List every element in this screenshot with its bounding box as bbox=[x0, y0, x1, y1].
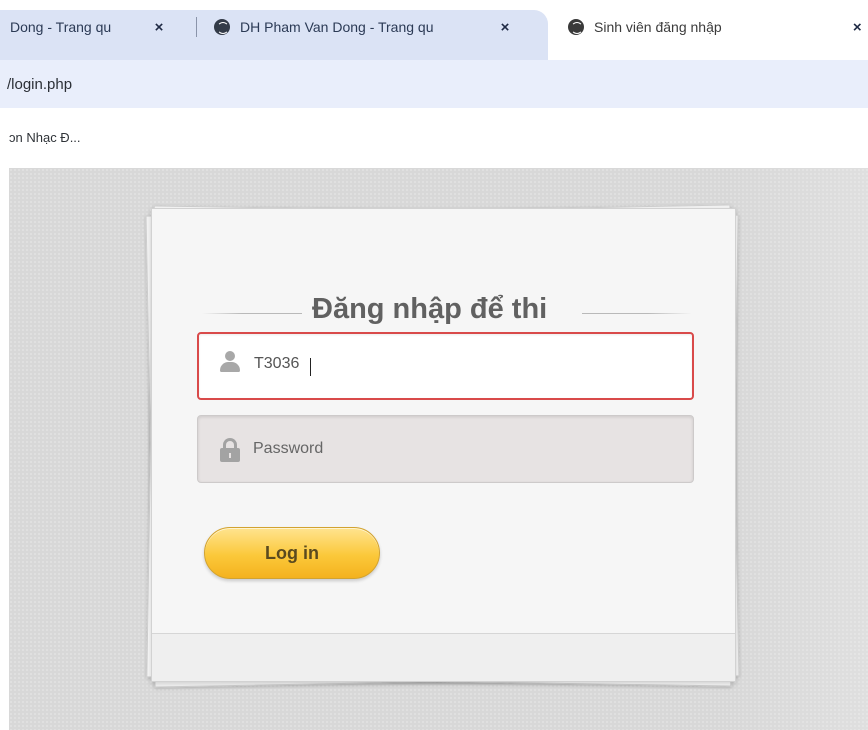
heading-rule-right bbox=[582, 313, 692, 314]
tab-dong[interactable]: Dong - Trang qu × bbox=[0, 10, 192, 44]
close-icon[interactable]: × bbox=[148, 19, 170, 36]
tab-title: Sinh viên đăng nhập bbox=[594, 19, 722, 35]
close-icon[interactable]: × bbox=[847, 19, 868, 36]
login-button[interactable]: Log in bbox=[204, 527, 380, 579]
globe-icon bbox=[214, 19, 230, 35]
card-footer bbox=[152, 633, 735, 681]
page-title: Đăng nhập để thi bbox=[312, 293, 548, 325]
tab-dh-pham-van-dong[interactable]: DH Pham Van Dong - Trang qu × bbox=[206, 10, 536, 44]
url-text[interactable]: /login.php bbox=[7, 76, 72, 93]
address-bar[interactable]: /login.php bbox=[0, 60, 868, 108]
bookmark-item[interactable]: ɔn Nhạc Đ... bbox=[9, 130, 81, 145]
password-input[interactable] bbox=[253, 416, 673, 482]
tab-separator bbox=[196, 17, 197, 37]
globe-icon bbox=[568, 19, 584, 35]
heading-block: Đăng nhập để thi bbox=[202, 279, 692, 325]
bookmarks-bar: ɔn Nhạc Đ... bbox=[0, 108, 868, 168]
username-field[interactable] bbox=[197, 332, 694, 400]
tab-active-login[interactable]: Sinh viên đăng nhập × bbox=[560, 10, 868, 44]
tab-title: DH Pham Van Dong - Trang qu bbox=[240, 19, 434, 35]
text-cursor bbox=[310, 358, 311, 376]
login-card: Đăng nhập để thi Log in bbox=[151, 208, 736, 682]
tab-title: Dong - Trang qu bbox=[10, 19, 112, 35]
lock-icon bbox=[220, 438, 240, 462]
heading-rule-left bbox=[202, 313, 302, 314]
username-input[interactable] bbox=[254, 332, 674, 396]
user-icon bbox=[219, 351, 241, 373]
close-icon[interactable]: × bbox=[494, 19, 516, 36]
browser-tab-strip: Dong - Trang qu × DH Pham Van Dong - Tra… bbox=[0, 0, 868, 60]
password-field[interactable] bbox=[197, 415, 694, 483]
page-viewport: Đăng nhập để thi Log in bbox=[9, 168, 868, 730]
